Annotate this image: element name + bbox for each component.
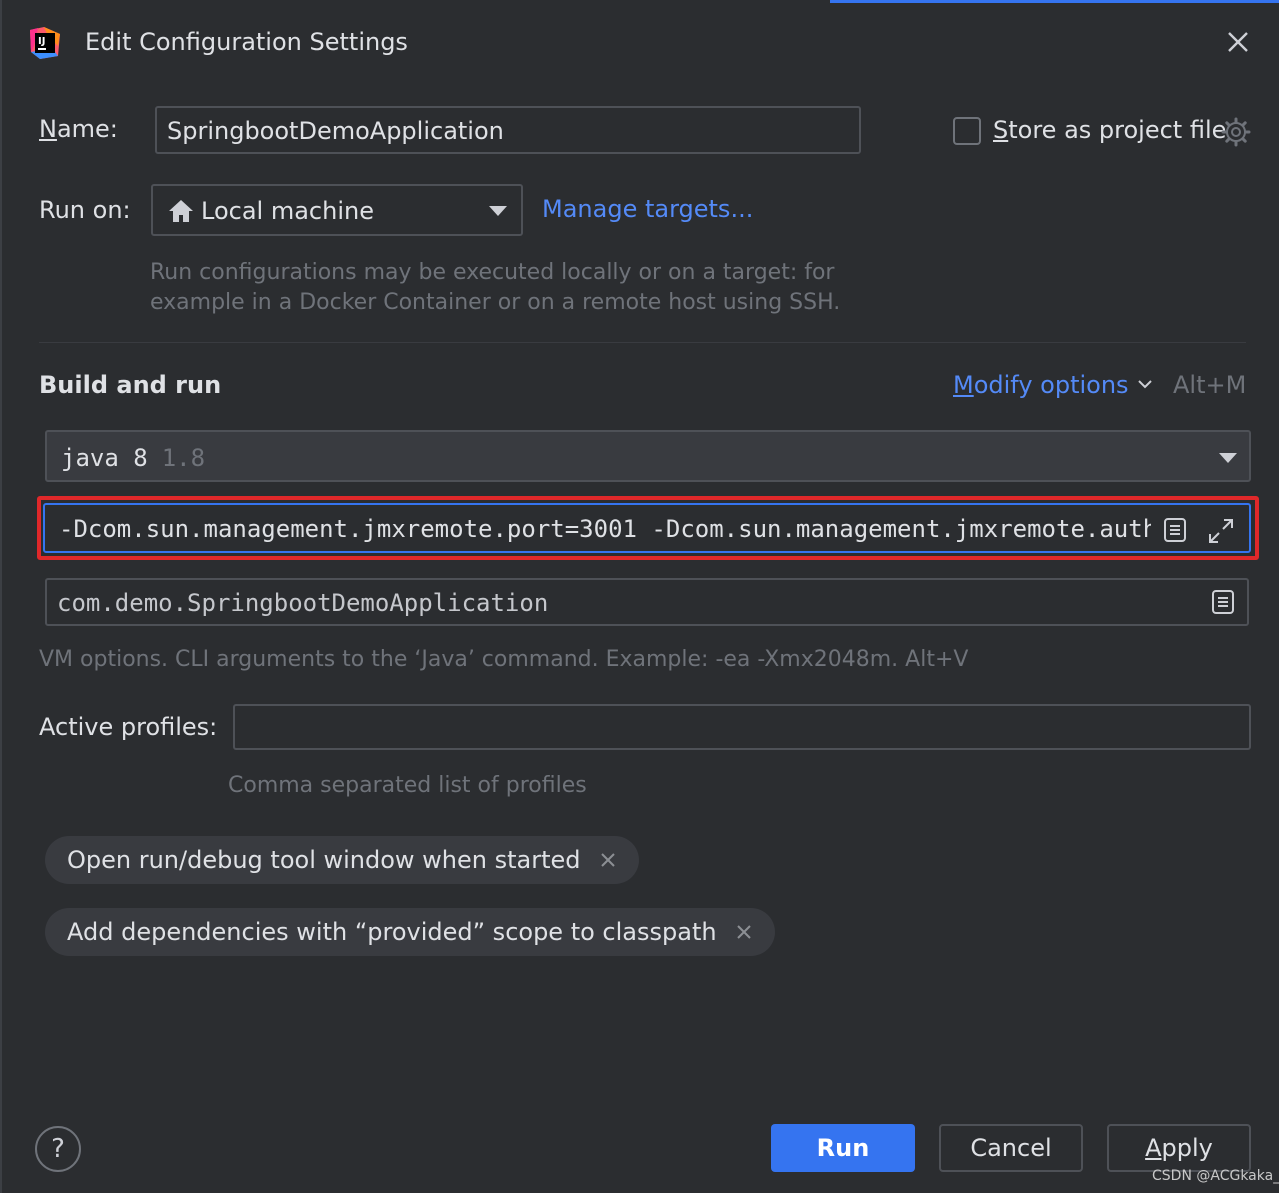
document-icon[interactable]	[1163, 517, 1187, 543]
modify-options-shortcut: Alt+M	[1173, 371, 1247, 399]
close-button[interactable]	[1222, 26, 1254, 58]
help-button[interactable]: ?	[35, 1126, 81, 1172]
intellij-logo-icon: IJ	[28, 26, 62, 60]
close-icon[interactable]	[735, 923, 753, 941]
name-input-value: SpringbootDemoApplication	[167, 117, 504, 145]
store-settings-button[interactable]	[1220, 116, 1252, 148]
section-separator	[39, 342, 1246, 343]
name-input[interactable]: SpringbootDemoApplication	[155, 106, 861, 154]
active-profiles-hint: Comma separated list of profiles	[228, 773, 587, 798]
close-icon[interactable]	[599, 851, 617, 869]
manage-targets-link[interactable]: Manage targets...	[542, 195, 753, 223]
active-profiles-label: Active profiles:	[39, 713, 218, 741]
watermark-text: CSDN @ACGkaka_	[1152, 1168, 1279, 1184]
vm-options-input[interactable]: -Dcom.sun.management.jmxremote.port=3001…	[43, 503, 1251, 553]
option-chip-label: Add dependencies with “provided” scope t…	[67, 918, 717, 946]
main-class-input[interactable]: com.demo.SpringbootDemoApplication	[45, 578, 1249, 626]
option-chip-open-run-debug: Open run/debug tool window when started	[45, 836, 639, 884]
jdk-selected: java 8 1.8	[61, 444, 206, 472]
gear-icon	[1221, 117, 1251, 147]
run-on-hint-line2: example in a Docker Container or on a re…	[150, 290, 841, 315]
cancel-button[interactable]: Cancel	[939, 1124, 1083, 1172]
close-icon	[1228, 32, 1248, 52]
dialog-title: Edit Configuration Settings	[85, 28, 408, 56]
chevron-down-icon[interactable]	[1137, 378, 1153, 390]
home-icon	[169, 200, 193, 222]
jdk-version: 1.8	[161, 444, 206, 472]
run-on-hint-line1: Run configurations may be executed local…	[150, 260, 835, 285]
active-profiles-input[interactable]	[233, 704, 1251, 750]
edit-configuration-dialog: IJ Edit Configuration Settings Name: Spr…	[0, 0, 1279, 1193]
expand-icon[interactable]	[1207, 517, 1235, 545]
run-button[interactable]: Run	[771, 1124, 915, 1172]
option-chip-provided-scope: Add dependencies with “provided” scope t…	[45, 908, 775, 956]
vm-options-hint: VM options. CLI arguments to the ‘Java’ …	[39, 647, 969, 672]
logo-text: IJ	[38, 36, 45, 47]
help-icon: ?	[51, 1134, 65, 1164]
run-on-dropdown[interactable]: Local machine	[151, 184, 523, 236]
vm-options-value: -Dcom.sun.management.jmxremote.port=3001…	[59, 515, 1151, 543]
modify-options-link[interactable]: Modify options	[953, 371, 1129, 399]
caret-down-icon	[1219, 453, 1237, 463]
run-on-selected: Local machine	[201, 197, 374, 225]
jdk-dropdown[interactable]: java 8 1.8	[45, 430, 1251, 482]
store-as-project-file-checkbox[interactable]	[953, 117, 981, 145]
build-and-run-heading: Build and run	[39, 371, 222, 399]
store-as-project-file-label[interactable]: Store as project file	[993, 116, 1226, 144]
caret-down-icon	[489, 206, 507, 216]
window-top-accent	[830, 0, 1279, 3]
apply-button[interactable]: Apply	[1107, 1124, 1251, 1172]
document-icon[interactable]	[1211, 589, 1235, 615]
main-class-value: com.demo.SpringbootDemoApplication	[57, 589, 549, 617]
option-chip-label: Open run/debug tool window when started	[67, 846, 581, 874]
name-label: Name:	[39, 115, 118, 143]
run-on-label: Run on:	[39, 196, 131, 224]
